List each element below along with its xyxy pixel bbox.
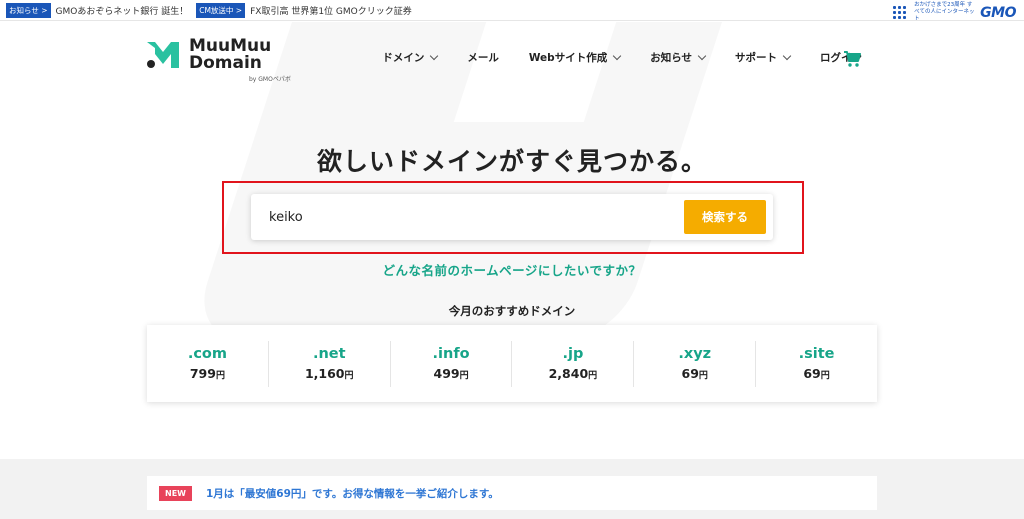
topbar-tag: お知らせ >: [6, 2, 51, 18]
nav-label: お知らせ: [650, 52, 692, 64]
muumuu-logo-icon: [147, 42, 179, 68]
gmo-tagline: おかげさまで23周年 すべての人にインターネット: [914, 2, 975, 22]
nav-mail[interactable]: メール: [467, 50, 499, 65]
topbar-cm-link[interactable]: CM放送中 > FX取引高 世界第1位 GMOクリック証券: [196, 2, 412, 18]
tld-name: .net: [312, 346, 346, 362]
nav-domain[interactable]: ドメイン: [382, 50, 439, 65]
gmo-logo-link[interactable]: おかげさまで23周年 すべての人にインターネット GMO: [893, 2, 1016, 23]
tld-name: .site: [798, 346, 835, 362]
gmo-grid-icon: [893, 6, 907, 19]
tld-price: 69円: [803, 366, 830, 381]
tld-name: .com: [187, 346, 227, 362]
tld-name: .jp: [562, 346, 584, 362]
muumuu-logo[interactable]: MuuMuu Domain by GMOペパボ: [145, 38, 291, 83]
nav-support[interactable]: サポート: [735, 50, 792, 65]
recommend-item[interactable]: .net 1,160円: [269, 340, 391, 387]
nav-news[interactable]: お知らせ: [650, 50, 707, 65]
tld-price: 69円: [681, 366, 708, 381]
search-button[interactable]: 検索する: [684, 200, 766, 234]
tld-price: 2,840円: [548, 366, 598, 381]
tld-price: 799円: [189, 366, 225, 381]
tld-price: 499円: [433, 366, 469, 381]
news-text: 1月は「最安値69円」です。お得な情報を一挙ご紹介します。: [205, 487, 499, 500]
tld-name: .info: [432, 346, 470, 362]
chevron-down-icon: [430, 51, 439, 60]
recommend-card: .com 799円 .net 1,160円 .info 499円 .jp 2,8…: [147, 325, 877, 402]
topbar-tag: CM放送中 >: [196, 2, 246, 18]
recommend-item[interactable]: .info 499円: [391, 340, 513, 387]
topbar-text: FX取引高 世界第1位 GMOクリック証券: [250, 6, 412, 17]
nav-label: ドメイン: [382, 52, 425, 64]
domain-search-box: 検索する: [251, 194, 773, 240]
hero-title: 欲しいドメインがすぐ見つかる。: [316, 147, 707, 176]
recommend-item[interactable]: .jp 2,840円: [512, 340, 635, 387]
topbar-news-link[interactable]: お知らせ > GMOあおぞらネット銀行 誕生！: [6, 2, 189, 18]
nav-label: サポート: [735, 52, 777, 64]
chevron-down-icon: [697, 51, 707, 60]
nav-label: メール: [467, 52, 499, 64]
tld-name: .xyz: [678, 346, 712, 362]
topbar-text: GMOあおぞらネット銀行 誕生！: [55, 6, 189, 17]
nav-label: Webサイト作成: [528, 52, 608, 64]
chevron-down-icon: [612, 51, 622, 60]
chevron-down-icon: [782, 51, 792, 60]
logo-line2: Domain: [189, 53, 262, 73]
cart-icon[interactable]: [843, 50, 861, 68]
recommend-item[interactable]: .xyz 69円: [634, 340, 757, 387]
recommend-item[interactable]: .site 69円: [756, 341, 877, 387]
nav-web-site[interactable]: Webサイト作成: [528, 50, 622, 65]
new-badge: NEW: [159, 485, 192, 501]
tld-price: 1,160円: [304, 366, 354, 381]
main-nav: ドメイン メール Webサイト作成 お知らせ サポート ログイン: [352, 50, 862, 65]
news-item[interactable]: NEW 1月は「最安値69円」です。お得な情報を一挙ご紹介します。: [147, 476, 877, 510]
gmo-group-bar: お知らせ > GMOあおぞらネット銀行 誕生！ CM放送中 > FX取引高 世界…: [0, 0, 1024, 23]
domain-search-input[interactable]: [269, 194, 669, 240]
recommend-item[interactable]: .com 799円: [147, 340, 269, 387]
name-help-link[interactable]: どんな名前のホームページにしたいですか？: [0, 260, 1024, 279]
gmo-logo: GMO: [980, 4, 1016, 21]
logo-byline: by GMOペパボ: [249, 76, 291, 83]
recommend-title: 今月のおすすめドメイン: [448, 304, 576, 318]
